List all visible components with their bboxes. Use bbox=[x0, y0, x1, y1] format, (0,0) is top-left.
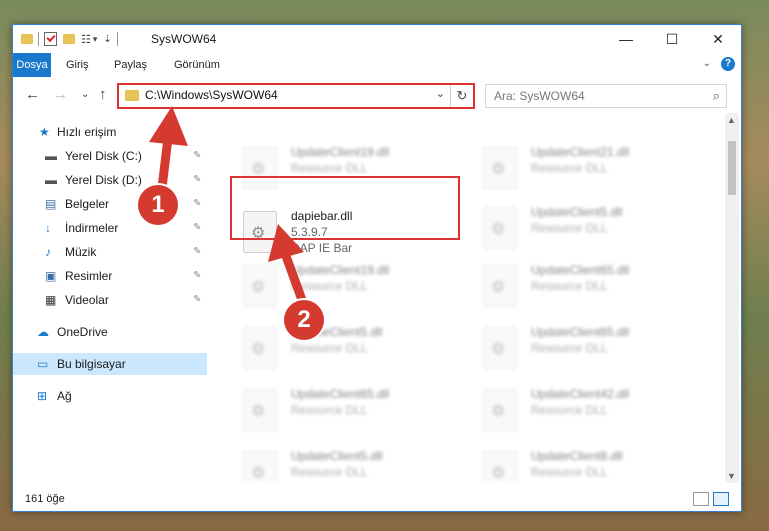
arrow-2 bbox=[268, 224, 307, 305]
arrow-1 bbox=[149, 106, 188, 193]
annotation-step-1: 1 bbox=[138, 185, 178, 225]
annotation-step-2: 2 bbox=[284, 300, 324, 340]
annotation-arrows bbox=[149, 106, 307, 305]
